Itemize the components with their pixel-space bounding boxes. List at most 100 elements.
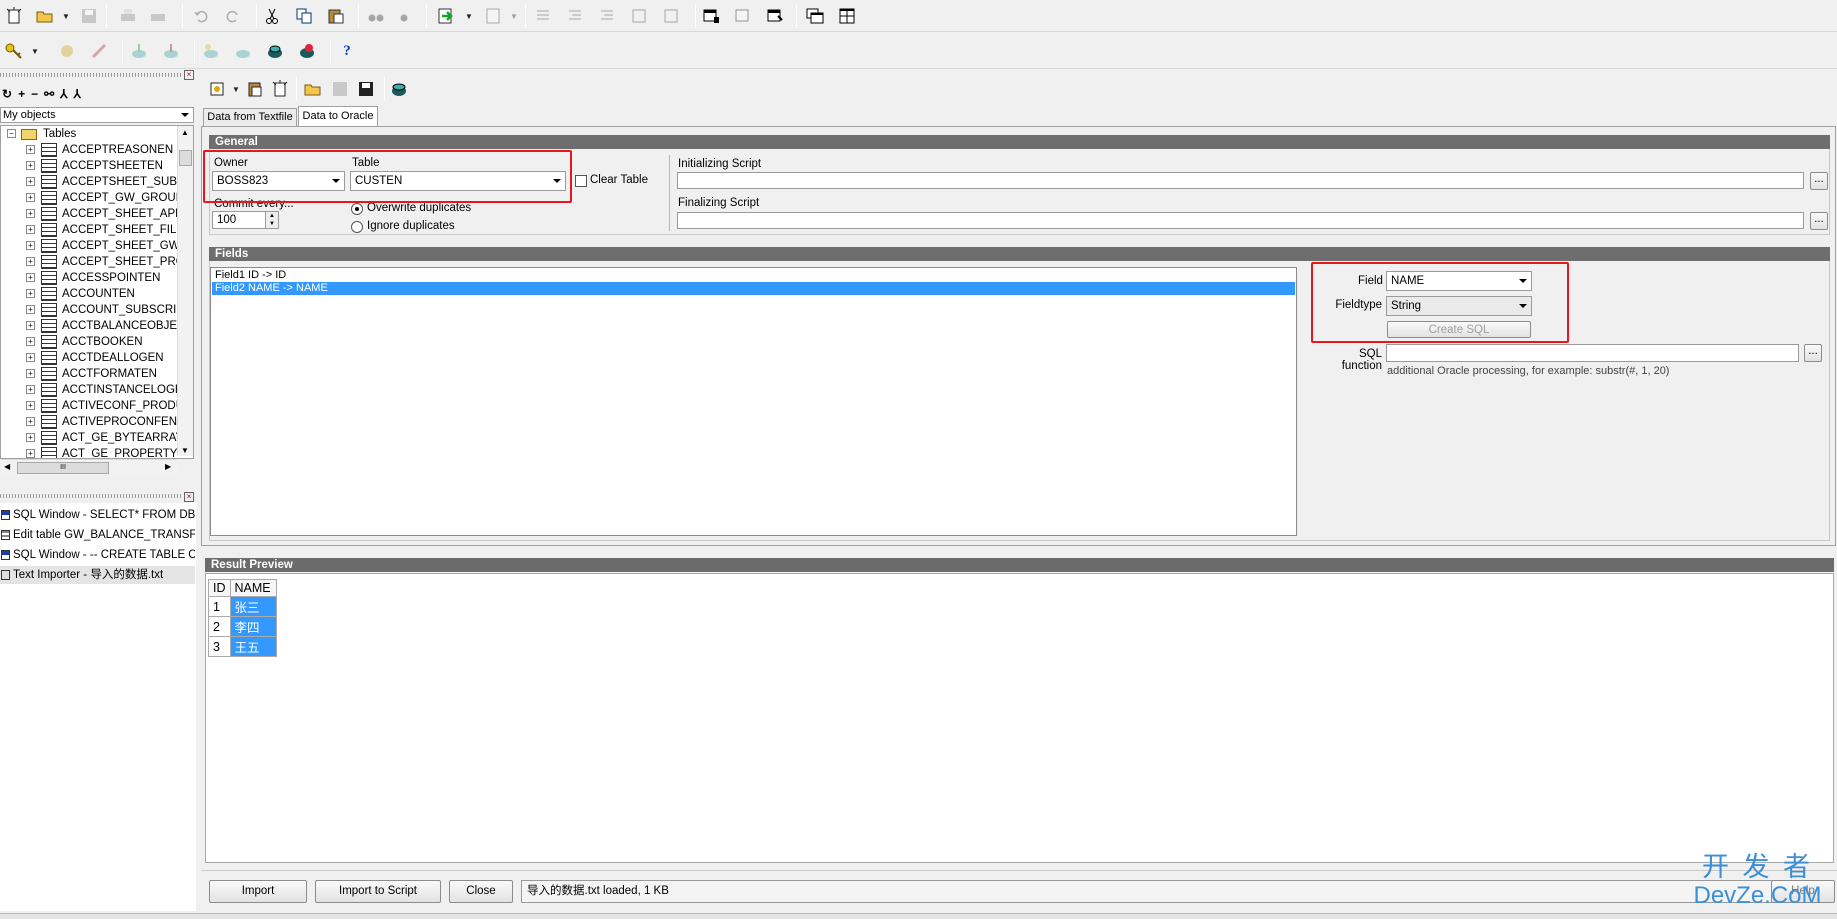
- close-button[interactable]: Close: [449, 880, 513, 903]
- export-icon[interactable]: [483, 5, 505, 27]
- refresh-icon[interactable]: ↻: [2, 87, 18, 101]
- table-row[interactable]: 3 王五: [208, 636, 277, 657]
- scroll-thumb[interactable]: [179, 150, 192, 166]
- scroll-up-icon[interactable]: ▲: [181, 128, 189, 137]
- window-list-item[interactable]: SQL Window - -- CREATE TABLE CRI: [0, 546, 195, 564]
- collapse-icon[interactable]: −: [7, 129, 16, 138]
- expand-icon[interactable]: +: [26, 321, 35, 330]
- result-table[interactable]: ID NAME 1 张三 2 李四 3 王五: [208, 579, 277, 657]
- unindent-icon[interactable]: [564, 5, 586, 27]
- indent-icon[interactable]: [532, 5, 554, 27]
- cascade-icon[interactable]: [764, 5, 786, 27]
- name-cell[interactable]: 李四: [229, 616, 277, 637]
- save-icon[interactable]: [78, 5, 100, 27]
- tree-item-table[interactable]: + ACCTBOOKEN: [1, 334, 179, 350]
- expand-icon[interactable]: +: [26, 161, 35, 170]
- comment-icon[interactable]: [596, 5, 618, 27]
- expand-icon[interactable]: +: [26, 289, 35, 298]
- tree-item-table[interactable]: + ACCEPT_SHEET_PROI: [1, 254, 188, 270]
- chevron-down-icon[interactable]: ▼: [31, 47, 39, 56]
- expand-icon[interactable]: +: [26, 417, 35, 426]
- table-row[interactable]: 2 李四: [208, 616, 277, 637]
- database-icon[interactable]: [296, 40, 318, 62]
- expand-icon[interactable]: +: [26, 433, 35, 442]
- new-icon[interactable]: [269, 78, 291, 100]
- final-script-input[interactable]: [677, 212, 1804, 229]
- remove-icon[interactable]: −: [31, 87, 44, 101]
- new-icon[interactable]: [3, 5, 25, 27]
- overwrite-radio[interactable]: [351, 203, 363, 215]
- open-icon[interactable]: [34, 5, 56, 27]
- filter-icon[interactable]: ⅄: [60, 87, 73, 101]
- rollback-icon[interactable]: [160, 40, 182, 62]
- print-icon[interactable]: [117, 5, 139, 27]
- debug-icon[interactable]: [56, 40, 78, 62]
- name-cell[interactable]: 王五: [229, 636, 277, 657]
- window-list-item[interactable]: Text Importer - 导入的数据.txt: [0, 566, 195, 584]
- sql-function-browse-button[interactable]: ...: [1804, 344, 1822, 362]
- tree-item-table[interactable]: + ACCEPT_SHEET_APPC: [1, 206, 191, 222]
- init-script-input[interactable]: [677, 172, 1804, 189]
- explain-icon[interactable]: [232, 40, 254, 62]
- tree-vscrollbar[interactable]: ▲ ▼: [177, 126, 193, 456]
- chevron-down-icon[interactable]: ▼: [232, 85, 240, 94]
- tree-item-table[interactable]: + ACCTDEALLOGEN: [1, 350, 179, 366]
- expand-icon[interactable]: +: [26, 369, 35, 378]
- find-icon[interactable]: [365, 5, 387, 27]
- window-list-icon[interactable]: [700, 5, 722, 27]
- clear-table-checkbox[interactable]: [575, 175, 587, 187]
- uncomment-icon[interactable]: [628, 5, 650, 27]
- column-header[interactable]: ID: [208, 579, 231, 597]
- tree-item-table[interactable]: + ACCTBALANCEOBJEN: [1, 318, 185, 334]
- cut-icon[interactable]: [261, 5, 283, 27]
- scroll-left-icon[interactable]: ◀: [4, 462, 10, 471]
- tree-item-table[interactable]: + ACCEPT_SHEET_FILE_: [1, 222, 190, 238]
- expand-icon[interactable]: +: [26, 337, 35, 346]
- object-filter-select[interactable]: My objects: [0, 107, 194, 123]
- expand-icon[interactable]: +: [26, 401, 35, 410]
- row-id-cell[interactable]: 2: [208, 616, 231, 637]
- binoculars-icon[interactable]: ⚯: [44, 87, 60, 101]
- fieldtype-select[interactable]: String: [1386, 296, 1532, 316]
- close-icon[interactable]: ×: [184, 492, 194, 502]
- tree-item-table[interactable]: + ACCTFORMATEN: [1, 366, 179, 382]
- tree-item-table[interactable]: + ACT_GE_PROPERTY: [1, 446, 179, 458]
- row-id-cell[interactable]: 1: [208, 596, 231, 617]
- tile-icon[interactable]: [732, 5, 754, 27]
- undo-icon[interactable]: [190, 5, 212, 27]
- tree-item-table[interactable]: + ACCEPT_GW_GROUP_: [1, 190, 190, 206]
- stop-icon[interactable]: [88, 40, 110, 62]
- tree-item-table[interactable]: + ACCTINSTANCELOGEN: [1, 382, 191, 398]
- tree-item-table[interactable]: + ACCOUNTEN: [1, 286, 179, 302]
- upper-icon[interactable]: [660, 5, 682, 27]
- tree-item-table[interactable]: + ACTIVEPROCONFEN: [1, 414, 179, 430]
- tree-hscrollbar[interactable]: ◀ III ▶: [1, 459, 177, 475]
- chevron-down-icon[interactable]: ▼: [465, 12, 473, 21]
- table-row[interactable]: 1 张三: [208, 596, 277, 617]
- init-script-browse-button[interactable]: ...: [1810, 172, 1828, 190]
- tree-item-table[interactable]: + ACCEPTSHEETEN: [1, 158, 179, 174]
- owner-select[interactable]: BOSS823: [212, 171, 345, 191]
- tree-item-table[interactable]: + ACCEPT_SHEET_GW_: [1, 238, 186, 254]
- final-script-browse-button[interactable]: ...: [1810, 212, 1828, 230]
- expand-icon[interactable]: +: [26, 273, 35, 282]
- import-button[interactable]: Import: [209, 880, 307, 903]
- expand-icon[interactable]: +: [26, 145, 35, 154]
- save-as-icon[interactable]: [355, 78, 377, 100]
- commit-every-input[interactable]: 100: [212, 211, 267, 229]
- sql-icon[interactable]: [200, 40, 222, 62]
- save-icon[interactable]: [329, 78, 351, 100]
- expand-icon[interactable]: +: [26, 385, 35, 394]
- tree-item-table[interactable]: + ACCEPTSHEET_SUBSC: [1, 174, 193, 190]
- expand-icon[interactable]: +: [26, 449, 35, 458]
- expand-icon[interactable]: +: [26, 225, 35, 234]
- expand-icon[interactable]: +: [26, 193, 35, 202]
- sql-function-input[interactable]: [1386, 344, 1799, 362]
- tree-item-table[interactable]: + ACCESSPOINTEN: [1, 270, 179, 286]
- scroll-right-icon[interactable]: ▶: [165, 462, 171, 471]
- redo-icon[interactable]: [222, 5, 244, 27]
- commit-icon[interactable]: [128, 40, 150, 62]
- execute-icon[interactable]: [435, 5, 457, 27]
- commit-stepper[interactable]: ▲ ▼: [265, 211, 279, 229]
- copy-icon[interactable]: [293, 5, 315, 27]
